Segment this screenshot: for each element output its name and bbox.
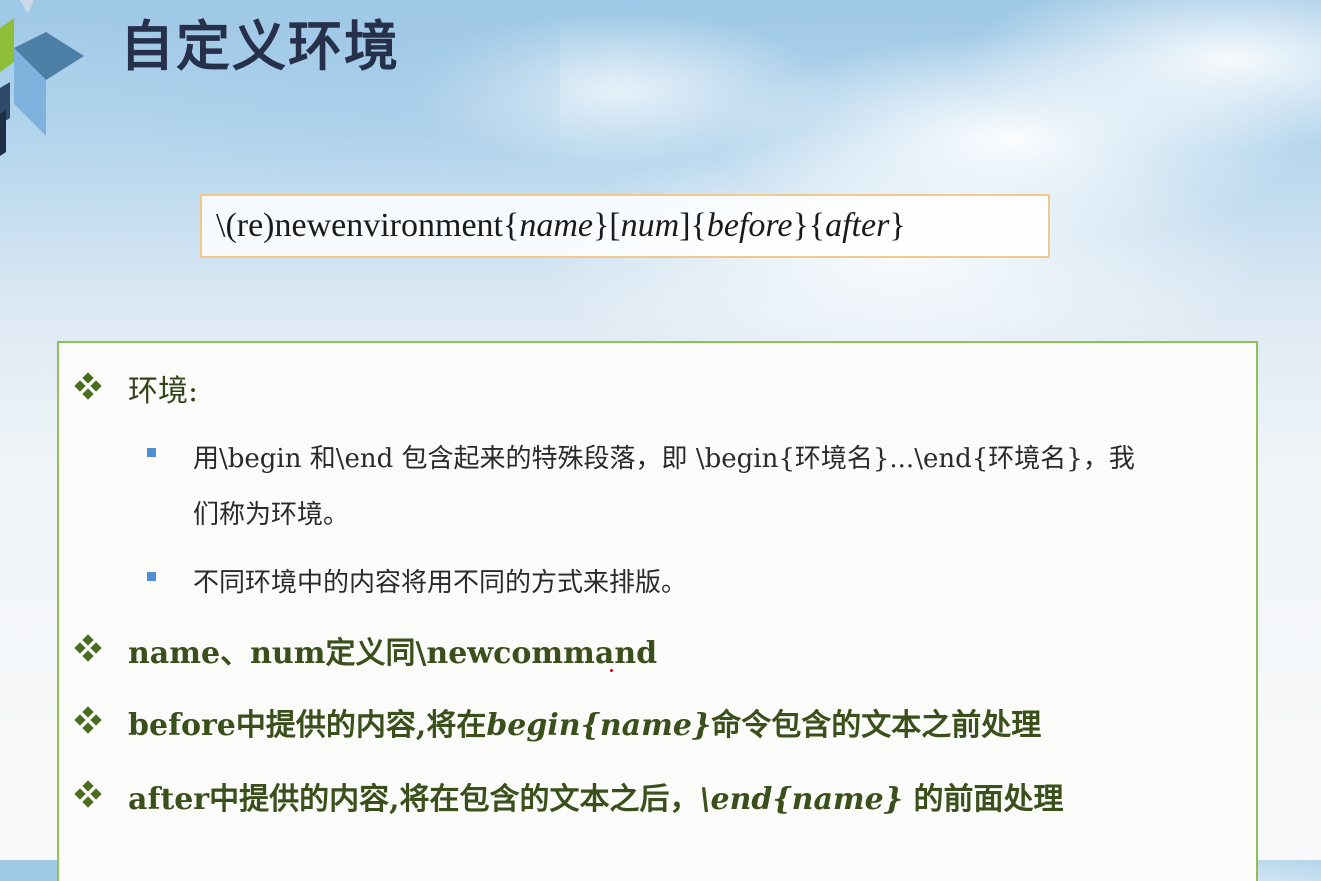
slide-title: 自定义环境 <box>120 15 400 78</box>
syntax-before-arg: before <box>706 207 793 244</box>
diamond-bullet-icon <box>74 634 102 662</box>
diamond-bullet-icon <box>74 706 102 734</box>
bullet-env-sub2: 不同环境中的内容将用不同的方式来排版。 <box>193 568 688 598</box>
bullet-env-sub1-line1: 用\begin 和\end 包含起来的特殊段落，即 \begin{环境名}...… <box>193 444 1135 474</box>
syntax-num-arg: num <box>620 207 680 244</box>
bullet-before-cmd: begin{name} <box>486 708 712 743</box>
bullet-after: after中提供的内容,将在包含的文本之后，\end{name} 的前面处理 <box>128 774 1064 818</box>
bullet-env-heading: 环境: <box>128 374 199 409</box>
diamond-bullet-icon <box>74 372 102 400</box>
bullet-before: before中提供的内容,将在begin{name}命令包含的文本之前处理 <box>128 700 1041 744</box>
bullet-env-sub1-line2: 们称为环境。 <box>193 500 350 530</box>
syntax-after-arg: after <box>825 207 890 244</box>
syntax-brace: } <box>889 207 906 244</box>
bullet-after-cmd: \end{name} <box>699 782 904 817</box>
diamond-bullet-icon <box>74 780 102 808</box>
pointer-dot <box>610 669 613 672</box>
syntax-brace: }[ <box>592 207 621 244</box>
syntax-command: \(re)newenvironment <box>216 207 503 244</box>
syntax-brace: }{ <box>792 207 826 244</box>
bullet-before-post: 命令包含的文本之前处理 <box>711 708 1042 743</box>
bullet-name-num: name、num定义同\newcommand <box>128 636 658 671</box>
syntax-brace: ]{ <box>679 207 707 244</box>
syntax-box: \(re)newenvironment{name}[num]{before}{a… <box>200 194 1050 258</box>
cube-logo-icon <box>0 0 84 156</box>
square-bullet-icon <box>147 448 156 457</box>
bullet-before-pre: before中提供的内容,将在 <box>128 708 487 743</box>
syntax-brace: { <box>503 207 520 244</box>
syntax-name-arg: name <box>519 207 593 244</box>
bullet-after-post: 的前面处理 <box>903 782 1064 817</box>
bullet-after-pre: after中提供的内容,将在包含的文本之后， <box>128 782 700 817</box>
square-bullet-icon <box>147 572 156 581</box>
